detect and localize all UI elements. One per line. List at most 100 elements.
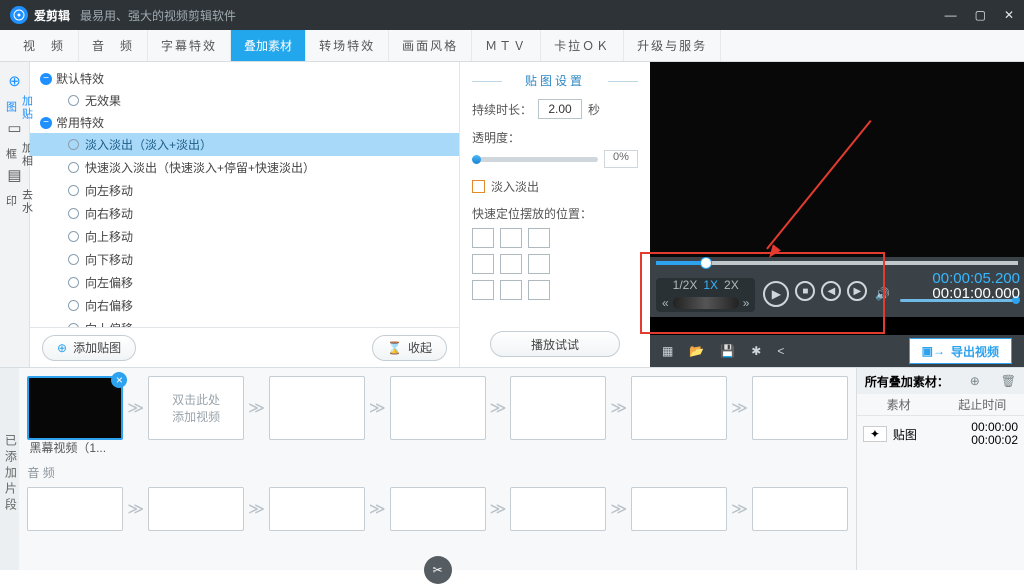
fx-group[interactable]: −默认特效 (30, 68, 459, 89)
fx-item[interactable]: 无效果 (30, 89, 459, 112)
add-sticker-button[interactable]: ⊕添加贴图 (42, 335, 136, 361)
audio-slot[interactable] (390, 487, 486, 531)
pos-cell-1[interactable] (500, 228, 522, 248)
export-button[interactable]: ▣→导出视频 (909, 338, 1012, 364)
clip-slot[interactable]: 双击此处 添加视频 (148, 376, 244, 440)
stop-button[interactable]: ■ (795, 281, 815, 301)
volume-icon[interactable]: 🔊 (875, 287, 890, 301)
open-icon[interactable]: 📂 (689, 344, 704, 358)
overlay-panel: 所有叠加素材： ⊕ 🗑 素材起止时间 ✦ 贴图 00:00:0000:00:02 (856, 368, 1024, 570)
clip-slot[interactable] (631, 376, 727, 440)
pos-cell-7[interactable] (500, 280, 522, 300)
duration-input[interactable] (538, 99, 582, 119)
clip-slot[interactable] (390, 376, 486, 440)
tab-8[interactable]: 升级与服务 (624, 30, 721, 61)
audio-slot[interactable] (510, 487, 606, 531)
transition-icon[interactable]: ≫ (731, 398, 748, 418)
sidetool-1[interactable]: ▭加相框 (3, 117, 27, 156)
app-logo: 爱剪辑 (10, 6, 70, 24)
cut-button[interactable]: ✂ (424, 556, 452, 584)
effects-list[interactable]: −默认特效无效果−常用特效淡入淡出（淡入+淡出）快速淡入淡出（快速淡入+停留+快… (30, 62, 459, 327)
play-button[interactable]: ▶ (763, 281, 789, 307)
transition-icon[interactable]: ≫ (369, 398, 386, 418)
transition-icon[interactable]: ≫ (127, 398, 144, 418)
pos-cell-4[interactable] (500, 254, 522, 274)
pos-cell-5[interactable] (528, 254, 550, 274)
fx-item[interactable]: 向右移动 (30, 202, 459, 225)
tagline: 最易用、强大的视频剪辑软件 (80, 7, 236, 24)
overlay-thumb-icon: ✦ (863, 426, 887, 442)
preview-button[interactable]: 播放试试 (490, 331, 620, 357)
new-icon[interactable]: ▦ (662, 344, 673, 358)
fx-item[interactable]: 向上偏移 (30, 317, 459, 327)
fx-item[interactable]: 向左移动 (30, 179, 459, 202)
audio-slot[interactable] (27, 487, 123, 531)
opacity-value: 0% (604, 150, 638, 168)
clip-slot[interactable] (510, 376, 606, 440)
pos-cell-6[interactable] (472, 280, 494, 300)
pos-cell-3[interactable] (472, 254, 494, 274)
speed-control[interactable]: 1/2X1X2X «» (656, 278, 755, 312)
minimize-button[interactable]: — (945, 8, 957, 22)
tab-6[interactable]: ＭＴＶ (472, 30, 541, 61)
speed-1/2X[interactable]: 1/2X (673, 278, 698, 292)
overlay-row[interactable]: ✦ 贴图 00:00:0000:00:02 (857, 416, 1024, 452)
video-track[interactable]: 黑幕视频（1...≫双击此处 添加视频≫≫≫≫≫ (27, 376, 848, 440)
sticker-options: 贴图设置 持续时长：秒 透明度： 0% 淡入淡出 快速定位摆放的位置： 播放试试 (460, 62, 650, 367)
transition-icon[interactable]: ≫ (248, 398, 265, 418)
fx-item[interactable]: 向下移动 (30, 248, 459, 271)
sidetool-0[interactable]: ⊕加贴图 (3, 70, 27, 109)
collapse-button[interactable]: ⌛收起 (372, 335, 447, 361)
position-grid[interactable] (472, 228, 638, 300)
app-title: 爱剪辑 (34, 7, 70, 24)
transition-icon[interactable]: ≫ (490, 398, 507, 418)
pos-cell-0[interactable] (472, 228, 494, 248)
fade-checkbox[interactable]: 淡入淡出 (472, 178, 638, 195)
close-button[interactable]: ✕ (1004, 8, 1014, 22)
clip-slot[interactable]: 黑幕视频（1... (27, 376, 123, 440)
preview-toolbar: ▦ 📂 💾 ✱ < ▣→导出视频 (650, 335, 1024, 367)
audio-track-label: 音 频 (27, 464, 848, 481)
pos-cell-8[interactable] (528, 280, 550, 300)
settings-icon[interactable]: ✱ (751, 344, 761, 358)
fx-item[interactable]: 快速淡入淡出（快速淡入+停留+快速淡出） (30, 156, 459, 179)
prev-frame-button[interactable]: ◀ (821, 281, 841, 301)
fx-item[interactable]: 向右偏移 (30, 294, 459, 317)
tab-2[interactable]: 字幕特效 (148, 30, 231, 61)
tab-0[interactable]: 视 频 (10, 30, 79, 61)
speed-1X[interactable]: 1X (703, 278, 718, 292)
overlay-title: 所有叠加素材： (865, 373, 949, 390)
next-frame-button[interactable]: ▶ (847, 281, 867, 301)
audio-slot[interactable] (752, 487, 848, 531)
added-clips-label: 已添加片段 (0, 368, 19, 570)
audio-track[interactable]: ≫≫≫≫≫≫ (27, 487, 848, 531)
fx-item[interactable]: 淡入淡出（淡入+淡出） (30, 133, 459, 156)
save-icon[interactable]: 💾 (720, 344, 735, 358)
side-toolbar: ⊕加贴图 ▭加相框 ▤去水印 (0, 62, 30, 367)
tab-5[interactable]: 画面风格 (389, 30, 472, 61)
preview-panel: 1/2X1X2X «» ▶ ■ ◀ ▶ 🔊 00:00:05.200 00:01… (650, 62, 1024, 367)
maximize-button[interactable]: ▢ (975, 8, 986, 22)
fx-item[interactable]: 向上移动 (30, 225, 459, 248)
overlay-delete-icon[interactable]: 🗑 (1001, 374, 1016, 388)
clip-slot[interactable] (752, 376, 848, 440)
sidetool-2[interactable]: ▤去水印 (3, 164, 27, 203)
seek-bar[interactable] (656, 261, 1018, 265)
pos-cell-2[interactable] (528, 228, 550, 248)
fx-group[interactable]: −常用特效 (30, 112, 459, 133)
tab-3[interactable]: 叠加素材 (231, 30, 306, 61)
options-header: 贴图设置 (472, 72, 638, 89)
speed-2X[interactable]: 2X (724, 278, 739, 292)
share-icon[interactable]: < (777, 344, 784, 358)
overlay-add-icon[interactable]: ⊕ (970, 374, 980, 388)
clip-slot[interactable] (269, 376, 365, 440)
tab-4[interactable]: 转场特效 (306, 30, 389, 61)
tab-7[interactable]: 卡拉ＯＫ (541, 30, 624, 61)
transition-icon[interactable]: ≫ (610, 398, 627, 418)
audio-slot[interactable] (269, 487, 365, 531)
opacity-slider[interactable] (472, 157, 598, 162)
tab-1[interactable]: 音 频 (79, 30, 148, 61)
fx-item[interactable]: 向左偏移 (30, 271, 459, 294)
audio-slot[interactable] (631, 487, 727, 531)
audio-slot[interactable] (148, 487, 244, 531)
